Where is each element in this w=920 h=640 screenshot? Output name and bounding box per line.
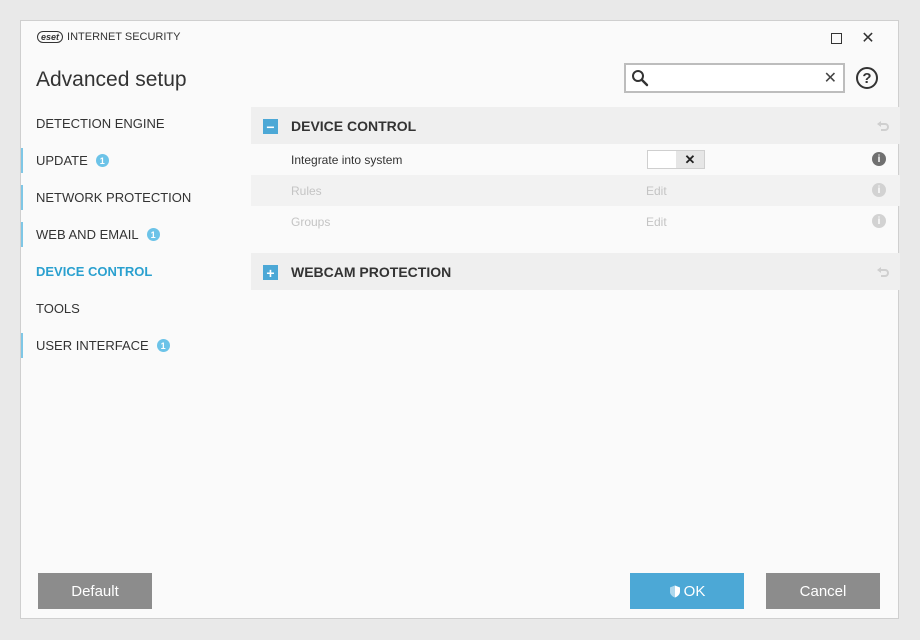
sidebar-item-update[interactable]: UPDATE 1 bbox=[21, 142, 241, 179]
notification-badge: 1 bbox=[95, 154, 109, 167]
info-icon[interactable]: i bbox=[872, 152, 886, 166]
revert-icon[interactable] bbox=[876, 265, 890, 279]
toggle-off-icon: ✕ bbox=[676, 151, 704, 168]
help-button[interactable]: ? bbox=[856, 67, 878, 89]
sidebar-item-device-control[interactable]: DEVICE CONTROL bbox=[21, 253, 241, 290]
sidebar-item-label: TOOLS bbox=[36, 301, 80, 316]
notification-badge: 1 bbox=[146, 228, 160, 241]
rules-edit-link[interactable]: Edit bbox=[646, 184, 667, 198]
setting-label: Groups bbox=[291, 214, 331, 229]
notification-badge: 1 bbox=[156, 339, 170, 352]
sidebar-item-label: DEVICE CONTROL bbox=[36, 264, 153, 279]
sidebar-item-detection-engine[interactable]: DETECTION ENGINE bbox=[21, 105, 241, 142]
info-icon[interactable]: i bbox=[872, 214, 886, 228]
setting-label: Rules bbox=[291, 183, 322, 198]
ok-button-label: OK bbox=[683, 582, 706, 600]
setting-row-integrate: Integrate into system ✕ i bbox=[251, 144, 900, 175]
close-icon: ✕ bbox=[861, 30, 875, 47]
info-icon[interactable]: i bbox=[872, 183, 886, 197]
sidebar-item-user-interface[interactable]: USER INTERFACE 1 bbox=[21, 327, 241, 364]
cancel-button[interactable]: Cancel bbox=[766, 573, 880, 609]
sidebar-item-label: DETECTION ENGINE bbox=[36, 116, 165, 131]
section-title: DEVICE CONTROL bbox=[291, 117, 417, 134]
revert-icon[interactable] bbox=[876, 119, 890, 133]
collapse-section-icon[interactable]: − bbox=[263, 119, 278, 134]
integrate-toggle[interactable]: ✕ bbox=[647, 150, 705, 169]
titlebar: eset INTERNET SECURITY ✕ bbox=[21, 21, 898, 55]
page-title: Advanced setup bbox=[36, 68, 187, 91]
sidebar: DETECTION ENGINE UPDATE 1 NETWORK PROTEC… bbox=[21, 105, 241, 364]
setting-label: Integrate into system bbox=[291, 152, 403, 167]
search-box: ✕ bbox=[624, 63, 845, 93]
clear-search-icon[interactable]: ✕ bbox=[824, 68, 837, 88]
sidebar-item-label: USER INTERFACE bbox=[36, 338, 149, 353]
setting-row-groups: Groups Edit i bbox=[251, 206, 900, 237]
expand-section-icon[interactable]: + bbox=[263, 265, 278, 280]
maximize-button[interactable] bbox=[827, 29, 845, 47]
sidebar-item-label: WEB AND EMAIL bbox=[36, 227, 139, 242]
maximize-icon bbox=[830, 32, 842, 44]
ok-button[interactable]: OK bbox=[630, 573, 744, 609]
default-button-label: Default bbox=[71, 582, 119, 600]
setting-row-rules: Rules Edit i bbox=[251, 175, 900, 206]
eset-logo: eset INTERNET SECURITY bbox=[37, 30, 181, 43]
section-header-webcam-protection[interactable]: + WEBCAM PROTECTION bbox=[251, 253, 900, 290]
help-icon: ? bbox=[862, 69, 872, 87]
sidebar-item-label: UPDATE bbox=[36, 153, 88, 168]
section-title: WEBCAM PROTECTION bbox=[291, 263, 452, 280]
groups-edit-link[interactable]: Edit bbox=[646, 215, 667, 229]
advanced-setup-window: eset INTERNET SECURITY ✕ Advanced setup … bbox=[20, 20, 900, 619]
close-window-button[interactable]: ✕ bbox=[859, 29, 877, 47]
section-header-device-control[interactable]: − DEVICE CONTROL bbox=[251, 107, 900, 144]
cancel-button-label: Cancel bbox=[799, 582, 847, 600]
search-icon bbox=[632, 70, 649, 87]
product-name: INTERNET SECURITY bbox=[67, 30, 181, 43]
sidebar-item-tools[interactable]: TOOLS bbox=[21, 290, 241, 327]
sidebar-item-network-protection[interactable]: NETWORK PROTECTION bbox=[21, 179, 241, 216]
eset-logo-badge: eset bbox=[37, 30, 64, 43]
default-button[interactable]: Default bbox=[38, 573, 152, 609]
settings-content: − DEVICE CONTROL Integrate into system ✕… bbox=[251, 107, 900, 290]
sidebar-item-web-and-email[interactable]: WEB AND EMAIL 1 bbox=[21, 216, 241, 253]
shield-icon bbox=[669, 585, 680, 597]
sidebar-item-label: NETWORK PROTECTION bbox=[36, 190, 192, 205]
search-input[interactable] bbox=[654, 68, 822, 90]
